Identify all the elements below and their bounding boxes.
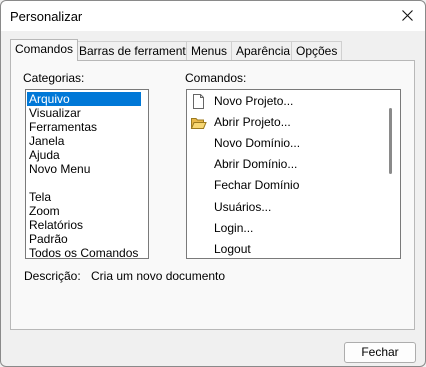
command-label: Usuários...	[214, 200, 272, 214]
command-label: Fechar Domínio	[214, 178, 300, 192]
close-icon	[402, 10, 413, 21]
description-text: Cria um novo documento	[91, 269, 226, 283]
command-label: Login...	[214, 221, 254, 235]
command-label: Novo Domínio...	[214, 136, 301, 150]
category-item-arquivo[interactable]: Arquivo	[27, 92, 141, 106]
category-item-ajuda[interactable]: Ajuda	[27, 148, 141, 162]
category-item-tela[interactable]: Tela	[27, 190, 141, 204]
categories-label: Categorias:	[23, 71, 85, 85]
tab-barras-de-ferramentas[interactable]: Barras de ferramentas	[74, 41, 204, 60]
command-item-abrir-projeto[interactable]: Abrir Projeto...	[187, 112, 377, 133]
tab-opcoes[interactable]: Opções	[291, 41, 343, 60]
open-folder-icon	[190, 118, 207, 129]
command-label: Novo Projeto...	[214, 94, 294, 108]
command-item-logout[interactable]: Logout	[187, 239, 377, 258]
description-label: Descrição:	[24, 269, 81, 283]
commands-listbox[interactable]: Novo Projeto... Abrir Projeto... Novo Do…	[186, 89, 401, 259]
command-item-novo-projeto[interactable]: Novo Projeto...	[187, 91, 377, 112]
command-label: Abrir Domínio...	[214, 157, 298, 171]
command-item-abrir-dominio[interactable]: Abrir Domínio...	[187, 154, 377, 175]
tab-aparencia[interactable]: Aparência	[231, 41, 296, 60]
tab-menus[interactable]: Menus	[186, 41, 233, 60]
category-item-zoom[interactable]: Zoom	[27, 204, 141, 218]
categories-listbox[interactable]: Arquivo Visualizar Ferramentas Janela Aj…	[25, 89, 149, 259]
title-bar: Personalizar	[1, 1, 425, 31]
customize-dialog: Personalizar Comandos Barras de ferramen…	[0, 0, 426, 367]
command-item-novo-dominio[interactable]: Novo Domínio...	[187, 133, 377, 154]
category-item-visualizar[interactable]: Visualizar	[27, 106, 141, 120]
command-label: Logout	[214, 242, 251, 256]
command-item-login[interactable]: Login...	[187, 218, 377, 239]
command-item-usuarios[interactable]: Usuários...	[187, 197, 377, 218]
window-title: Personalizar	[10, 9, 83, 24]
category-item-separator	[27, 176, 141, 190]
category-item-relatorios[interactable]: Relatórios	[27, 218, 141, 232]
commands-label: Comandos:	[185, 71, 247, 85]
close-window-button[interactable]	[397, 5, 419, 27]
category-item-novo-menu[interactable]: Novo Menu	[27, 162, 141, 176]
category-item-padrao[interactable]: Padrão	[27, 232, 141, 246]
comandos-panel: Categorias: Arquivo Visualizar Ferrament…	[10, 60, 415, 330]
close-button[interactable]: Fechar	[344, 342, 416, 363]
commands-scrollbar[interactable]	[389, 108, 392, 174]
new-document-icon	[193, 94, 204, 109]
tab-comandos[interactable]: Comandos	[10, 39, 79, 61]
category-item-todos-os-comandos[interactable]: Todos os Comandos	[27, 246, 141, 258]
category-item-janela[interactable]: Janela	[27, 134, 141, 148]
category-item-ferramentas[interactable]: Ferramentas	[27, 120, 141, 134]
command-item-fechar-dominio[interactable]: Fechar Domínio	[187, 175, 377, 196]
command-label: Abrir Projeto...	[214, 115, 291, 129]
